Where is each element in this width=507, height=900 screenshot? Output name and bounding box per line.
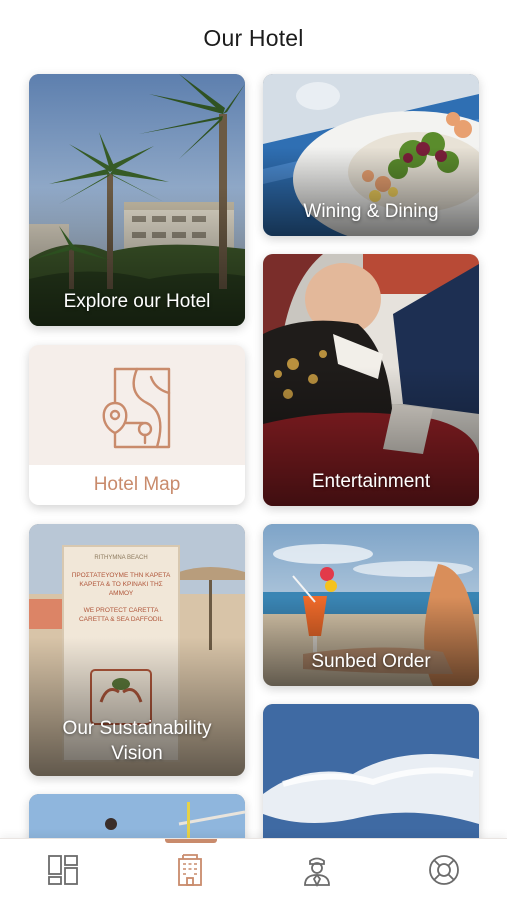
sign-hotel-name: RITHYMNA BEACH bbox=[94, 555, 148, 561]
bottom-tab-bar bbox=[0, 838, 507, 900]
hotel-building-icon bbox=[178, 854, 202, 886]
concierge-icon bbox=[304, 857, 330, 887]
tab-dashboard[interactable] bbox=[0, 839, 126, 900]
dashboard-icon bbox=[48, 855, 78, 885]
dining-label: Wining & Dining bbox=[303, 201, 439, 222]
entertainment-label: Entertainment bbox=[311, 471, 431, 492]
hotel-map-card[interactable]: Hotel Map bbox=[29, 345, 245, 505]
sunbed-order-label: Sunbed Order bbox=[311, 651, 431, 672]
sustainability-label: Our Sustainability Vision bbox=[37, 716, 237, 766]
map-pin-icon bbox=[102, 367, 171, 449]
dining-card[interactable]: Wining & Dining bbox=[263, 74, 479, 236]
entertainment-card[interactable]: Entertainment bbox=[263, 254, 479, 506]
header: Our Hotel bbox=[0, 0, 507, 72]
tab-concierge[interactable] bbox=[254, 839, 380, 900]
tab-our-hotel[interactable] bbox=[127, 839, 253, 900]
hotel-map-label: Hotel Map bbox=[29, 465, 245, 505]
map-illustration-area bbox=[29, 345, 245, 465]
tab-help[interactable] bbox=[381, 839, 507, 900]
sustainability-label-line1: Our Sustainability bbox=[62, 718, 212, 739]
explore-hotel-card[interactable]: Explore our Hotel bbox=[29, 74, 245, 326]
sustainability-card[interactable]: RITHYMNA BEACH ΠΡΟΣΤΑΤΕΥΟΥΜΕ ΤΗΝ ΚΑΡΕΤΑ … bbox=[29, 524, 245, 776]
sunbed-order-card[interactable]: Sunbed Order bbox=[263, 524, 479, 686]
sky-clouds-image bbox=[263, 704, 479, 854]
sign-greek-text: ΠΡΟΣΤΑΤΕΥΟΥΜΕ ΤΗΝ ΚΑΡΕΤΑ ΚΑΡΕΤΑ & ΤΟ ΚΡΙ… bbox=[71, 572, 171, 597]
sustainability-label-line2: Vision bbox=[111, 743, 163, 764]
sign-english-text: WE PROTECT CARETTA CARETTA & SEA DAFFODI… bbox=[78, 607, 164, 623]
page-title: Our Hotel bbox=[203, 25, 304, 51]
lifebuoy-icon bbox=[429, 855, 459, 885]
sign-text: RITHYMNA BEACH ΠΡΟΣΤΑΤΕΥΟΥΜΕ ΤΗΝ ΚΑΡΕΤΑ … bbox=[65, 554, 177, 624]
sky-card[interactable] bbox=[263, 704, 479, 854]
explore-hotel-label: Explore our Hotel bbox=[63, 291, 211, 312]
